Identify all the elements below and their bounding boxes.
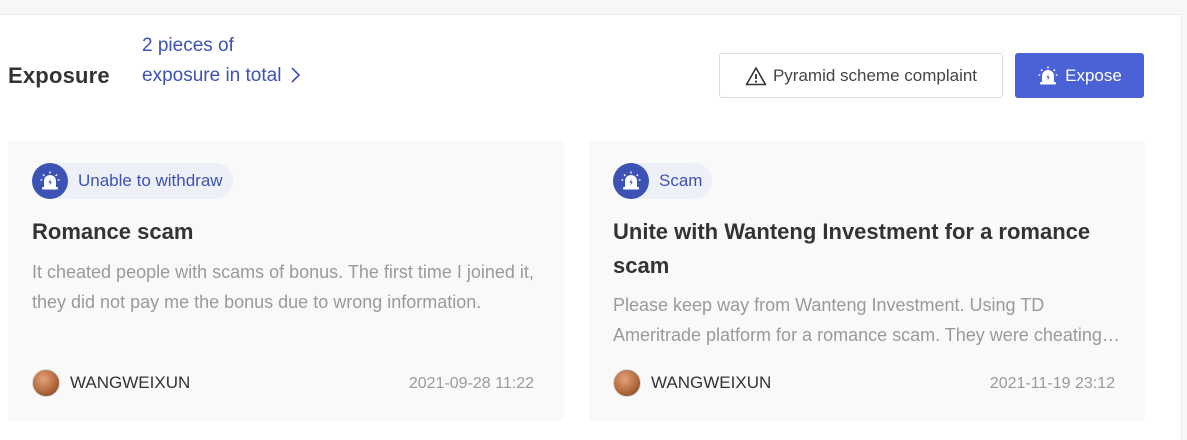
exposure-panel: Exposure 2 pieces of exposure in total P…	[0, 14, 1182, 440]
alarm-icon	[1038, 66, 1058, 84]
alarm-icon	[613, 163, 649, 199]
pyramid-complaint-label: Pyramid scheme complaint	[772, 65, 978, 85]
avatar	[613, 369, 641, 397]
chevron-right-icon[interactable]	[286, 65, 306, 85]
category-tag-label: Scam	[659, 171, 703, 190]
warning-icon	[745, 66, 767, 85]
section-title: Exposure	[8, 63, 110, 88]
total-exposure-link[interactable]: 2 pieces of exposure in total	[142, 31, 282, 91]
category-tag: Unable to withdraw	[32, 163, 233, 199]
card-excerpt: It cheated people with scams of bonus. T…	[32, 262, 534, 312]
author: WANGWEIXUN	[613, 369, 771, 397]
exposure-card[interactable]: Unable to withdraw Romance scam It cheat…	[8, 141, 564, 421]
category-tag-label: Unable to withdraw	[78, 171, 223, 190]
expose-button[interactable]: Expose	[1015, 53, 1144, 98]
pyramid-complaint-button[interactable]: Pyramid scheme complaint	[719, 53, 1003, 98]
card-excerpt: Please keep way from Wanteng Investment.…	[613, 295, 1102, 345]
author: WANGWEIXUN	[32, 369, 190, 397]
author-name: WANGWEIXUN	[651, 373, 772, 392]
card-date: 2021-11-19 23:12	[989, 375, 1115, 392]
exposure-card[interactable]: Scam Unite with Wanteng Investment for a…	[589, 141, 1145, 421]
card-title: Romance scam	[32, 219, 194, 244]
avatar	[32, 369, 60, 397]
card-title: Unite with Wanteng Investment for a roma…	[613, 219, 1091, 278]
expose-label: Expose	[1065, 65, 1122, 85]
card-date: 2021-09-28 11:22	[408, 375, 534, 392]
author-name: WANGWEIXUN	[70, 373, 191, 392]
alarm-icon	[32, 163, 68, 199]
category-tag: Scam	[613, 163, 713, 199]
